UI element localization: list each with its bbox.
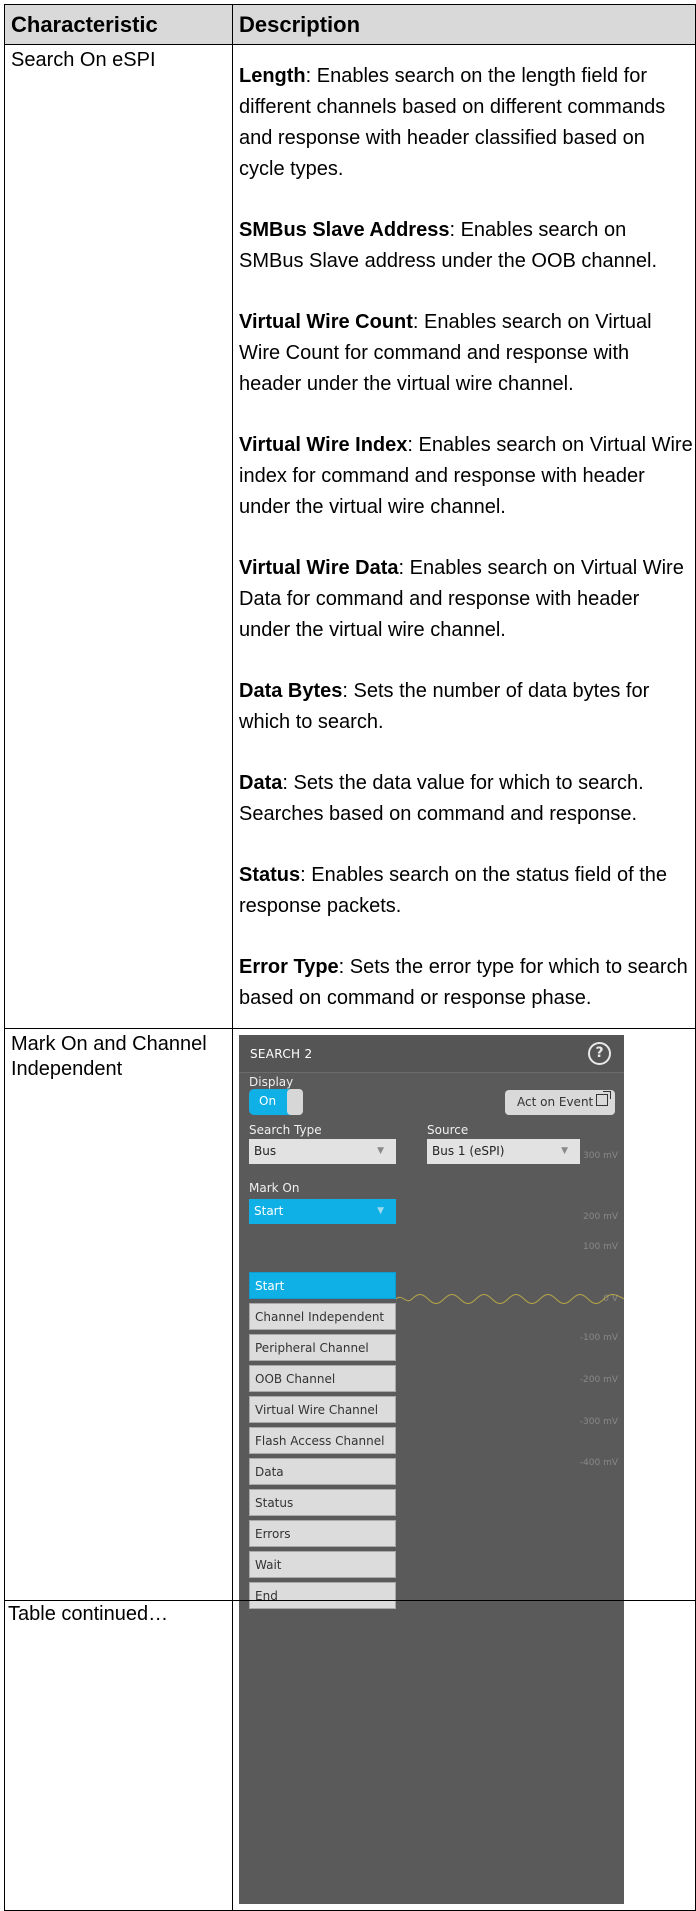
axis-tick-label: -100 mV bbox=[579, 1333, 618, 1343]
axis-tick-label: 300 mV bbox=[583, 1151, 618, 1161]
menu-item-errors[interactable]: Errors bbox=[249, 1520, 396, 1547]
description-term: SMBus Slave Address bbox=[239, 219, 450, 241]
source-select[interactable]: Bus 1 (eSPI) ▼ bbox=[427, 1139, 580, 1164]
description-term: Virtual Wire Index bbox=[239, 434, 408, 456]
menu-item-channel-independent[interactable]: Channel Independent bbox=[249, 1303, 396, 1330]
search-type-label: Search Type bbox=[249, 1123, 322, 1137]
description-item: SMBus Slave Address: Enables search on S… bbox=[233, 199, 695, 291]
panel-title: SEARCH 2 bbox=[250, 1047, 313, 1061]
display-label: Display bbox=[249, 1075, 294, 1089]
waveform-trace bbox=[396, 1294, 624, 1304]
description-item: Virtual Wire Index: Enables search on Vi… bbox=[233, 414, 695, 537]
menu-item-virtual-wire-channel[interactable]: Virtual Wire Channel bbox=[249, 1396, 396, 1423]
header-description: Description bbox=[232, 4, 696, 45]
description-item: Virtual Wire Data: Enables search on Vir… bbox=[233, 537, 695, 660]
description-term: Data Bytes bbox=[239, 680, 343, 702]
description-term: Status bbox=[239, 864, 301, 886]
description-item: Error Type: Sets the error type for whic… bbox=[233, 936, 695, 1028]
description-term: Virtual Wire Data bbox=[239, 557, 399, 579]
table-continued-note: Table continued… bbox=[4, 1600, 696, 1627]
toggle-knob[interactable] bbox=[287, 1089, 303, 1115]
display-toggle[interactable]: On bbox=[249, 1089, 303, 1115]
axis-tick-label: -300 mV bbox=[579, 1417, 618, 1427]
external-link-icon bbox=[596, 1091, 611, 1106]
mark-on-value: Start bbox=[254, 1204, 284, 1218]
description-item: Length: Enables search on the length fie… bbox=[233, 45, 695, 199]
menu-item-peripheral-channel[interactable]: Peripheral Channel bbox=[249, 1334, 396, 1361]
act-on-event-label: Act on Event bbox=[517, 1095, 594, 1109]
mark-on-dropdown-menu: Start Channel Independent Peripheral Chann… bbox=[249, 1272, 396, 1613]
axis-tick-label: -400 mV bbox=[579, 1458, 618, 1468]
description-term: Length bbox=[239, 65, 306, 87]
characteristic-cell: Mark On and Channel Independent bbox=[4, 1028, 233, 1911]
source-value: Bus 1 (eSPI) bbox=[432, 1144, 505, 1158]
description-item: Data Bytes: Sets the number of data byte… bbox=[233, 660, 695, 752]
chevron-down-icon: ▼ bbox=[561, 1146, 568, 1156]
toggle-label: On bbox=[259, 1094, 277, 1108]
description-text: : Sets the data value for which to searc… bbox=[239, 772, 644, 825]
source-label: Source bbox=[427, 1123, 469, 1137]
axis-tick-label: -200 mV bbox=[579, 1375, 618, 1385]
table-row: Search On eSPI Length: Enables search on… bbox=[4, 44, 696, 1029]
search-panel-screenshot: SEARCH 2 ? Display On Act on Event Searc… bbox=[239, 1035, 624, 1904]
act-on-event-button[interactable]: Act on Event bbox=[505, 1090, 615, 1115]
characteristic-cell: Search On eSPI bbox=[4, 44, 233, 1029]
description-term: Data bbox=[239, 772, 283, 794]
description-cell: Length: Enables search on the length fie… bbox=[232, 44, 696, 1029]
menu-item-status[interactable]: Status bbox=[249, 1489, 396, 1516]
menu-item-data[interactable]: Data bbox=[249, 1458, 396, 1485]
description-item: Data: Sets the data value for which to s… bbox=[233, 752, 695, 844]
menu-item-start[interactable]: Start bbox=[249, 1272, 396, 1299]
menu-item-wait[interactable]: Wait bbox=[249, 1551, 396, 1578]
description-item: Virtual Wire Count: Enables search on Vi… bbox=[233, 291, 695, 414]
header-characteristic: Characteristic bbox=[4, 4, 233, 45]
search-type-select[interactable]: Bus ▼ bbox=[249, 1139, 396, 1164]
chevron-down-icon: ▼ bbox=[377, 1146, 384, 1156]
description-item: Status: Enables search on the status fie… bbox=[233, 844, 695, 936]
screenshot-cell: SEARCH 2 ? Display On Act on Event Searc… bbox=[232, 1028, 696, 1911]
panel-header: SEARCH 2 ? bbox=[239, 1035, 624, 1073]
mark-on-label: Mark On bbox=[249, 1181, 300, 1195]
description-term: Virtual Wire Count bbox=[239, 311, 413, 333]
axis-tick-label: 100 mV bbox=[583, 1242, 618, 1252]
menu-item-flash-access-channel[interactable]: Flash Access Channel bbox=[249, 1427, 396, 1454]
description-text: : Enables search on the status field of … bbox=[239, 864, 668, 917]
description-term: Error Type bbox=[239, 956, 339, 978]
table-row: Mark On and Channel Independent SEARCH 2… bbox=[4, 1028, 696, 1911]
help-icon[interactable]: ? bbox=[588, 1042, 611, 1065]
search-type-value: Bus bbox=[254, 1144, 277, 1158]
table-header-row: Characteristic Description bbox=[4, 4, 696, 45]
mark-on-select[interactable]: Start ▼ bbox=[249, 1199, 396, 1224]
chevron-down-icon: ▼ bbox=[377, 1206, 384, 1216]
axis-tick-label: 200 mV bbox=[583, 1212, 618, 1222]
menu-item-oob-channel[interactable]: OOB Channel bbox=[249, 1365, 396, 1392]
